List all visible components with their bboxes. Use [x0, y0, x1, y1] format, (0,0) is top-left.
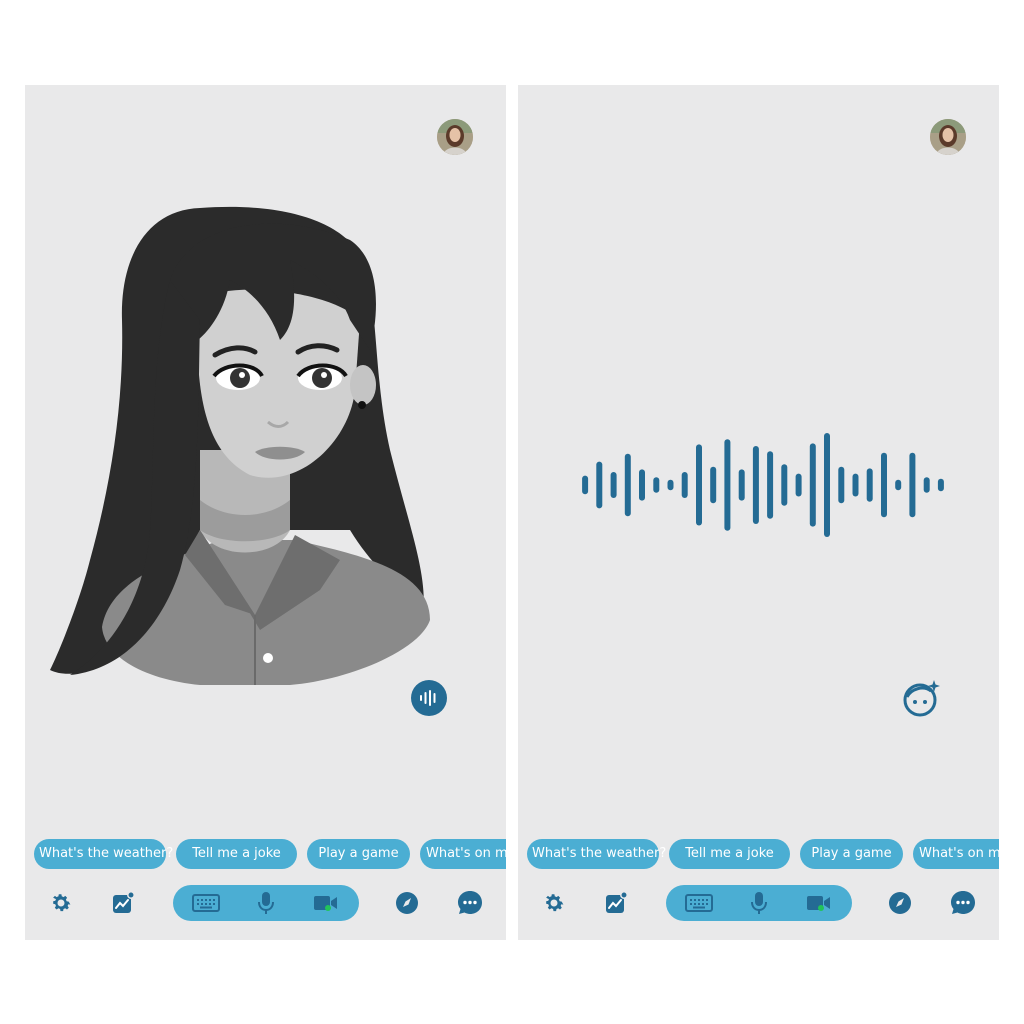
waveform-bar: [824, 433, 830, 537]
waveform-bar: [738, 469, 745, 501]
suggestion-chip[interactable]: Play a game: [307, 839, 410, 869]
waveform-bar: [795, 473, 802, 497]
suggestion-chips: What's the weather? Tell me a joke Play …: [34, 839, 506, 869]
suggestion-chip[interactable]: What's on m: [420, 839, 506, 869]
waveform-bar: [710, 466, 717, 504]
compass-icon[interactable]: [886, 889, 914, 917]
waveform-bar: [923, 477, 930, 493]
waveform-bar: [809, 443, 816, 527]
waveform-bar: [866, 468, 873, 502]
avatar-face-icon: [903, 680, 940, 717]
microphone-icon[interactable]: [745, 891, 773, 915]
waveform-bar: [596, 461, 603, 509]
waveform-bar: [624, 453, 631, 517]
keyboard-icon[interactable]: [685, 891, 713, 915]
video-camera-icon[interactable]: [312, 891, 340, 915]
waveform-bar: [653, 477, 660, 493]
chat-bubble-icon[interactable]: [456, 889, 484, 917]
waveform-bar: [895, 479, 902, 491]
suggestion-chip[interactable]: Tell me a joke: [669, 839, 790, 869]
waveform-bar: [639, 469, 645, 501]
avatar-mode-button[interactable]: [901, 677, 943, 719]
user-avatar[interactable]: [930, 119, 966, 155]
suggestion-chip[interactable]: Tell me a joke: [176, 839, 297, 869]
suggestion-chip[interactable]: What's on m: [913, 839, 999, 869]
microphone-icon[interactable]: [252, 891, 280, 915]
gear-icon[interactable]: [47, 889, 75, 917]
waveform-bar: [667, 479, 674, 491]
waveform-bar: [724, 439, 731, 531]
waveform-bar: [767, 451, 774, 519]
waveform-bar: [610, 472, 617, 498]
bottom-toolbar: [518, 885, 999, 921]
waveform-bar: [838, 466, 845, 504]
activity-chart-icon[interactable]: [109, 889, 137, 917]
voice-waveform: [582, 433, 944, 537]
video-camera-icon[interactable]: [805, 891, 833, 915]
waveform-bar: [852, 473, 859, 497]
waveform-bar: [752, 446, 759, 524]
suggestion-chip[interactable]: Play a game: [800, 839, 903, 869]
voice-screen: What's the weather? Tell me a joke Play …: [518, 85, 999, 940]
user-avatar[interactable]: [437, 119, 473, 155]
activity-chart-icon[interactable]: [602, 889, 630, 917]
suggestion-chip[interactable]: What's the weather?: [34, 839, 173, 869]
input-mode-selector: [173, 885, 359, 921]
suggestion-chip[interactable]: What's the weather?: [527, 839, 666, 869]
waveform-bar: [696, 444, 702, 526]
compass-icon[interactable]: [393, 889, 421, 917]
suggestion-chips: What's the weather? Tell me a joke Play …: [527, 839, 999, 869]
bottom-toolbar: [25, 885, 506, 921]
waveform-bar: [781, 464, 788, 506]
avatar-screen: What's the weather? Tell me a joke Play …: [25, 85, 506, 940]
waveform-bar: [937, 478, 944, 492]
waveform-bar: [881, 452, 887, 518]
keyboard-icon[interactable]: [192, 891, 220, 915]
input-mode-selector: [666, 885, 852, 921]
gear-icon[interactable]: [540, 889, 568, 917]
voice-wave-icon: [420, 690, 436, 706]
voice-mode-button[interactable]: [411, 680, 447, 716]
waveform-bar: [909, 452, 916, 518]
waveform-bar: [582, 475, 589, 495]
waveform-bar: [681, 472, 688, 498]
avatar-illustration: [50, 206, 430, 685]
chat-bubble-icon[interactable]: [949, 889, 977, 917]
